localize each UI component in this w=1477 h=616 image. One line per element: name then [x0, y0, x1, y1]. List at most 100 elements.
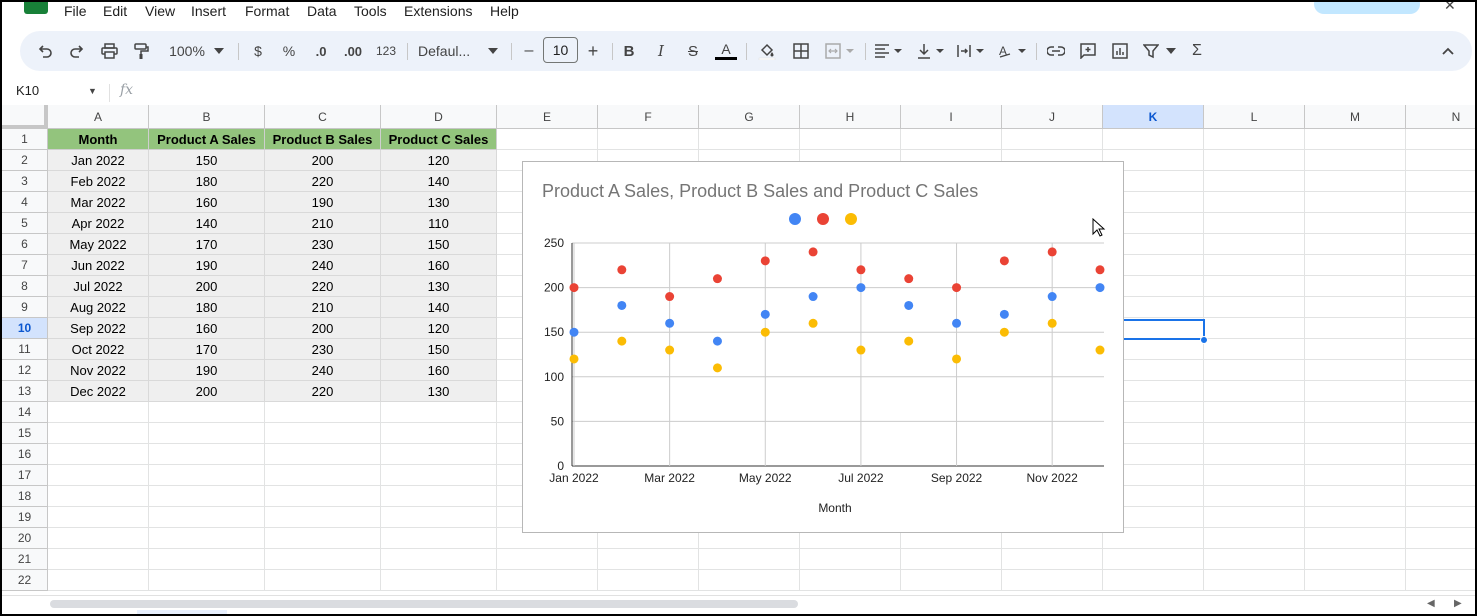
menu-format[interactable]: Format [245, 2, 289, 20]
cell[interactable] [265, 402, 381, 423]
cell[interactable] [1103, 549, 1204, 570]
cell[interactable] [1002, 570, 1103, 591]
cell[interactable] [1406, 360, 1475, 381]
decrease-font-size-button[interactable]: – [520, 31, 538, 71]
row-header-21[interactable]: 21 [2, 549, 48, 570]
row-header-5[interactable]: 5 [2, 213, 48, 234]
cell[interactable] [901, 129, 1002, 150]
row-header-2[interactable]: 2 [2, 150, 48, 171]
currency-format-button[interactable]: $ [247, 31, 269, 71]
table-cell[interactable]: 190 [149, 360, 265, 381]
row-header-7[interactable]: 7 [2, 255, 48, 276]
cell[interactable] [1305, 528, 1406, 549]
table-cell[interactable]: 120 [381, 318, 497, 339]
column-header-j[interactable]: J [1002, 105, 1103, 129]
table-cell[interactable]: 190 [149, 255, 265, 276]
cell[interactable] [497, 549, 598, 570]
vertical-align-icon[interactable] [914, 31, 948, 71]
cell[interactable] [381, 402, 497, 423]
table-cell[interactable]: 200 [149, 381, 265, 402]
row-header-6[interactable]: 6 [2, 234, 48, 255]
cell[interactable] [1204, 528, 1305, 549]
scroll-left-icon[interactable]: ◀ [1427, 598, 1435, 609]
table-cell[interactable]: May 2022 [48, 234, 149, 255]
cell[interactable] [901, 549, 1002, 570]
cell[interactable] [1406, 486, 1475, 507]
row-header-19[interactable]: 19 [2, 507, 48, 528]
row-header-4[interactable]: 4 [2, 192, 48, 213]
table-cell[interactable]: Dec 2022 [48, 381, 149, 402]
cell[interactable] [1305, 192, 1406, 213]
column-header-d[interactable]: D [381, 105, 497, 129]
menu-data[interactable]: Data [307, 2, 337, 20]
cell[interactable] [149, 570, 265, 591]
cell[interactable] [149, 465, 265, 486]
cell[interactable] [1204, 213, 1305, 234]
column-header-a[interactable]: A [48, 105, 149, 129]
cell[interactable] [381, 444, 497, 465]
row-header-15[interactable]: 15 [2, 423, 48, 444]
table-cell[interactable]: 160 [149, 318, 265, 339]
cell[interactable] [1204, 360, 1305, 381]
row-header-20[interactable]: 20 [2, 528, 48, 549]
table-header-cell[interactable]: Product C Sales [381, 129, 497, 150]
cell[interactable] [1406, 297, 1475, 318]
table-cell[interactable]: 220 [265, 276, 381, 297]
cell[interactable] [265, 570, 381, 591]
row-header-8[interactable]: 8 [2, 276, 48, 297]
cell[interactable] [1406, 234, 1475, 255]
table-cell[interactable]: 150 [381, 234, 497, 255]
scroll-right-icon[interactable]: ▶ [1454, 598, 1462, 609]
row-header-18[interactable]: 18 [2, 486, 48, 507]
bold-button[interactable]: B [620, 31, 638, 71]
row-header-22[interactable]: 22 [2, 570, 48, 591]
cell[interactable] [1204, 570, 1305, 591]
cell[interactable] [1305, 570, 1406, 591]
insert-link-icon[interactable] [1045, 31, 1067, 71]
row-header-1[interactable]: 1 [2, 129, 48, 150]
cell[interactable] [48, 528, 149, 549]
table-cell[interactable]: 180 [149, 297, 265, 318]
cell[interactable] [1204, 423, 1305, 444]
fill-handle[interactable] [1200, 336, 1208, 344]
row-header-10[interactable]: 10 [2, 318, 48, 339]
cell[interactable] [381, 549, 497, 570]
font-size-input[interactable]: 10 [543, 37, 578, 63]
horizontal-scrollbar[interactable]: ◀ ▶ [2, 595, 1475, 614]
cell[interactable] [1204, 129, 1305, 150]
table-cell[interactable]: Jun 2022 [48, 255, 149, 276]
paint-format-icon[interactable] [130, 31, 152, 71]
menu-help[interactable]: Help [490, 2, 519, 20]
cell[interactable] [598, 549, 699, 570]
cell[interactable] [1305, 297, 1406, 318]
table-header-cell[interactable]: Product A Sales [149, 129, 265, 150]
cell[interactable] [265, 507, 381, 528]
cell[interactable] [598, 129, 699, 150]
row-header-17[interactable]: 17 [2, 465, 48, 486]
borders-icon[interactable] [790, 31, 812, 71]
cell[interactable] [1305, 465, 1406, 486]
column-header-f[interactable]: F [598, 105, 699, 129]
table-cell[interactable]: 160 [381, 360, 497, 381]
cell[interactable] [1406, 192, 1475, 213]
cell[interactable] [1305, 486, 1406, 507]
table-cell[interactable]: 200 [265, 150, 381, 171]
increase-font-size-button[interactable]: + [584, 31, 602, 71]
table-header-cell[interactable]: Month [48, 129, 149, 150]
fill-color-icon[interactable] [756, 31, 778, 71]
cell[interactable] [1406, 339, 1475, 360]
menu-tools[interactable]: Tools [354, 2, 387, 20]
cell[interactable] [1204, 297, 1305, 318]
column-header-n[interactable]: N [1406, 105, 1475, 129]
cell[interactable] [381, 528, 497, 549]
cell[interactable] [265, 528, 381, 549]
menu-edit[interactable]: Edit [103, 2, 127, 20]
cell[interactable] [48, 570, 149, 591]
table-cell[interactable]: 190 [265, 192, 381, 213]
cell[interactable] [1204, 339, 1305, 360]
table-cell[interactable]: 240 [265, 255, 381, 276]
redo-icon[interactable] [66, 31, 88, 71]
cell[interactable] [1204, 171, 1305, 192]
menu-insert[interactable]: Insert [191, 2, 226, 20]
table-cell[interactable]: 200 [149, 276, 265, 297]
